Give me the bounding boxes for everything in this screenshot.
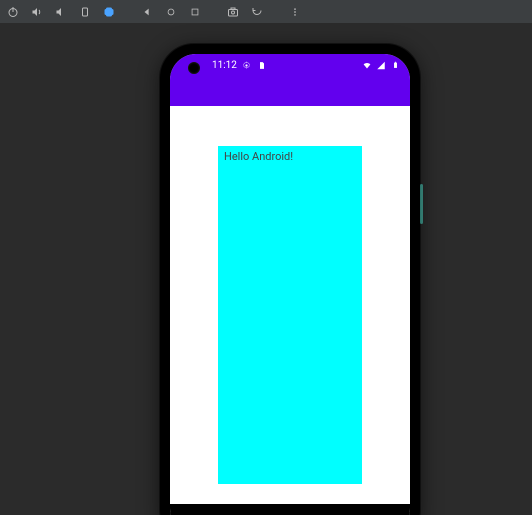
- rotate-left-icon[interactable]: [78, 5, 92, 19]
- overview-icon[interactable]: [188, 5, 202, 19]
- navigation-bar: [170, 504, 410, 515]
- app-action-bar: [170, 76, 410, 106]
- rotate-right-icon[interactable]: [102, 5, 116, 19]
- greeting-text: Hello Android!: [224, 150, 356, 163]
- emulator-toolbar: [0, 0, 532, 24]
- emulator-stage: 11:12: [0, 24, 532, 515]
- screenshot-icon[interactable]: [226, 5, 240, 19]
- volume-down-icon[interactable]: [54, 5, 68, 19]
- record-icon[interactable]: [250, 5, 264, 19]
- gear-icon: [242, 60, 252, 70]
- volume-up-icon[interactable]: [30, 5, 44, 19]
- back-icon[interactable]: [140, 5, 154, 19]
- battery-icon: [390, 60, 400, 70]
- status-bar: 11:12: [170, 54, 410, 76]
- status-time: 11:12: [212, 60, 237, 71]
- power-icon[interactable]: [6, 5, 20, 19]
- home-icon[interactable]: [164, 5, 178, 19]
- app-content: Hello Android!: [170, 106, 410, 504]
- sim-icon: [257, 60, 267, 70]
- signal-icon: [376, 60, 386, 70]
- device-frame: 11:12: [160, 44, 420, 515]
- status-right: [362, 60, 400, 70]
- more-icon[interactable]: [288, 5, 302, 19]
- cyan-panel: Hello Android!: [218, 146, 362, 484]
- device-screen: 11:12: [170, 54, 410, 515]
- wifi-icon: [362, 60, 372, 70]
- front-camera: [188, 62, 200, 74]
- status-left: 11:12: [212, 60, 267, 71]
